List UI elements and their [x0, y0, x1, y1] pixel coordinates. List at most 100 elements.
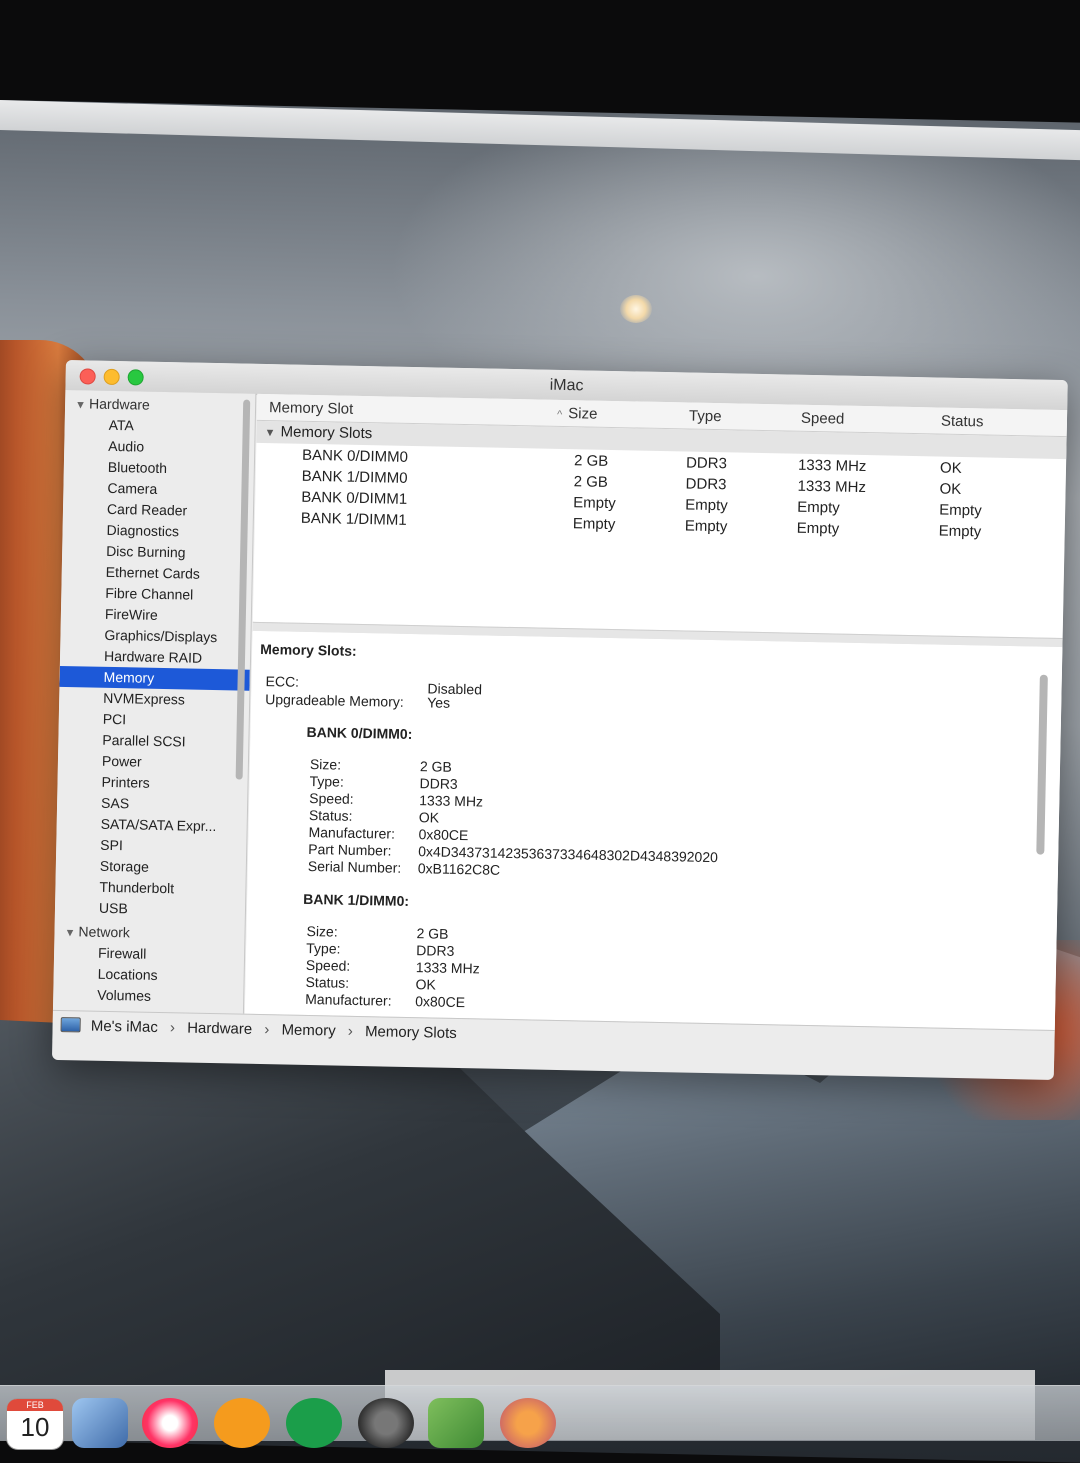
disclosure-triangle-icon[interactable]: ▼ — [75, 396, 89, 414]
table-cell-size: Empty — [572, 515, 616, 534]
crumb-memory-slots[interactable]: Memory Slots — [365, 1023, 457, 1042]
bank-field: Speed: 1333 MHz — [309, 789, 483, 809]
photo-app-icon[interactable] — [500, 1398, 556, 1448]
table-cell-speed: 1333 MHz — [797, 477, 867, 497]
bank-field: Status: OK — [305, 973, 436, 993]
table-cell-status: Empty — [938, 501, 982, 520]
sidebar-group-label: Network — [78, 923, 131, 941]
table-cell-status: Empty — [938, 522, 982, 541]
sidebar-group[interactable]: ▼ Network — [54, 918, 244, 946]
column-header-type[interactable]: Type — [689, 408, 722, 426]
bank-field: Part Number: 0x4D34373142353637334648302D… — [308, 840, 718, 865]
crumb-hardware[interactable]: Hardware — [187, 1020, 252, 1038]
column-header-status[interactable]: Status — [941, 413, 984, 431]
detail-title: Memory Slots: — [260, 640, 357, 659]
bank-field-value: 1333 MHz — [419, 792, 484, 810]
crumb-separator: › — [169, 1019, 176, 1037]
table-cell-slot: BANK 0/DIMM1 — [301, 488, 408, 508]
crumb-memory[interactable]: Memory — [281, 1021, 336, 1039]
bank-field: Serial Number: 0xB1162C8C — [307, 857, 501, 878]
table-cell-type: DDR3 — [685, 454, 728, 473]
bank-field-value: 2 GB — [416, 925, 449, 942]
content-pane: Memory Slot ^ Size Type Speed Status ▼ Mem… — [244, 393, 1068, 1030]
bank-field-label: Size: — [309, 755, 342, 773]
detail-upgradeable: Upgradeable Memory: Yes — [265, 691, 450, 711]
bank-field: Size: 2 GB — [309, 755, 452, 775]
detail-upgradeable-value: Yes — [427, 694, 451, 711]
bank-field: Manufacturer: 0x80CE — [308, 823, 468, 843]
sidebar: ▼ Hardware ATA Audio Bluetooth Camera Card Rea… — [52, 389, 257, 1014]
disclosure-triangle-icon[interactable]: ▼ — [256, 422, 280, 444]
calendar-month: FEB — [7, 1399, 63, 1411]
bank-field-value: 0xB1162C8C — [417, 860, 501, 878]
calendar-app-icon[interactable]: FEB 10 — [6, 1398, 64, 1450]
table-cell-type: DDR3 — [685, 475, 727, 494]
column-header-size-label: Size — [568, 405, 598, 423]
table-cell-slot: BANK 1/DIMM0 — [301, 467, 408, 487]
bank-field-label: Serial Number: — [307, 857, 402, 876]
bank-title: BANK 0/DIMM0: — [306, 723, 413, 743]
photos-app-icon[interactable] — [72, 1398, 128, 1448]
bank-field-label: Type: — [306, 939, 341, 957]
detail-ecc: ECC: Disabled — [265, 673, 482, 697]
column-header-memory-slot[interactable]: Memory Slot — [269, 399, 354, 418]
ibooks-app-icon[interactable] — [214, 1398, 270, 1448]
disclosure-triangle-icon[interactable]: ▼ — [64, 924, 78, 942]
calendar-day: 10 — [20, 1412, 50, 1442]
detail-upgradeable-label: Upgradeable Memory: — [265, 691, 404, 710]
bank-field-label: Speed: — [309, 789, 354, 807]
bank-field: Type: DDR3 — [309, 772, 457, 792]
bank-field-label: Manufacturer: — [305, 990, 392, 1009]
bank-field: Manufacturer: 0x80CE — [305, 990, 465, 1010]
bank-field-label: Type: — [309, 772, 345, 790]
table-cell-speed: Empty — [797, 498, 840, 517]
bank-field-value: OK — [418, 809, 440, 826]
bank-field-label: Manufacturer: — [308, 823, 396, 842]
table-cell-status: OK — [939, 480, 962, 498]
facetime-app-icon[interactable] — [286, 1398, 342, 1448]
table-cell-size: 2 GB — [573, 473, 609, 491]
bank-field-value: 0x80CE — [418, 826, 469, 844]
system-preferences-icon[interactable] — [358, 1398, 414, 1448]
table-cell-type: Empty — [684, 517, 728, 536]
table-cell-speed: 1333 MHz — [797, 456, 867, 476]
table-cell-size: Empty — [573, 494, 616, 513]
crumb-separator: › — [347, 1022, 354, 1040]
table-cell-slot: BANK 0/DIMM0 — [301, 446, 409, 466]
bank-field-label: Speed: — [305, 956, 351, 974]
crumb-computer[interactable]: Me's iMac — [91, 1018, 158, 1036]
bank-field-label: Status: — [308, 806, 353, 824]
table-cell-type: Empty — [685, 496, 728, 515]
table-cell-status: OK — [939, 459, 962, 477]
detail-pane: Memory Slots: ECC: Disabled Upgradeable … — [244, 630, 1063, 1030]
sidebar-list: ▼ Hardware ATA Audio Bluetooth Camera Card Rea… — [53, 390, 255, 1014]
detail-scrollbar[interactable] — [1036, 674, 1048, 855]
sort-ascending-icon: ^ — [556, 408, 563, 421]
computer-icon — [60, 1017, 81, 1033]
bank-field: Type: DDR3 — [306, 939, 454, 959]
column-header-size[interactable]: ^ Size — [557, 405, 598, 423]
bank-field-value: OK — [415, 976, 436, 993]
crumb-separator: › — [264, 1021, 270, 1039]
bank-field-label: Status: — [305, 973, 350, 991]
wallpaper-sun — [620, 295, 652, 323]
system-information-window: iMac ▼ Hardware ATA Audio Bluetooth Camera Car… — [51, 360, 1068, 1080]
table-cell-slot: BANK 1/DIMM1 — [300, 509, 407, 529]
bank-field: Speed: 1333 MHz — [305, 956, 480, 976]
bank-field-value: 2 GB — [419, 758, 452, 775]
sidebar-group-label: Hardware — [88, 395, 150, 413]
bank-field-value: 1333 MHz — [415, 959, 480, 977]
sidebar-group[interactable]: ▼ Hardware — [65, 390, 255, 418]
itunes-app-icon[interactable] — [142, 1398, 198, 1448]
table-cell-size: 2 GB — [573, 452, 609, 470]
table-cell-speed: Empty — [796, 519, 840, 538]
bank-field: Status: OK — [308, 806, 440, 826]
detail-ecc-label: ECC: — [265, 673, 300, 690]
bank-field-label: Size: — [306, 922, 338, 940]
group-label: Memory Slots — [280, 423, 373, 443]
bank-title: BANK 1/DIMM0: — [303, 890, 410, 909]
bank-field-label: Part Number: — [308, 840, 392, 859]
numbers-app-icon[interactable] — [428, 1398, 484, 1448]
column-header-speed[interactable]: Speed — [801, 410, 845, 428]
bank-field-value: DDR3 — [416, 942, 455, 959]
